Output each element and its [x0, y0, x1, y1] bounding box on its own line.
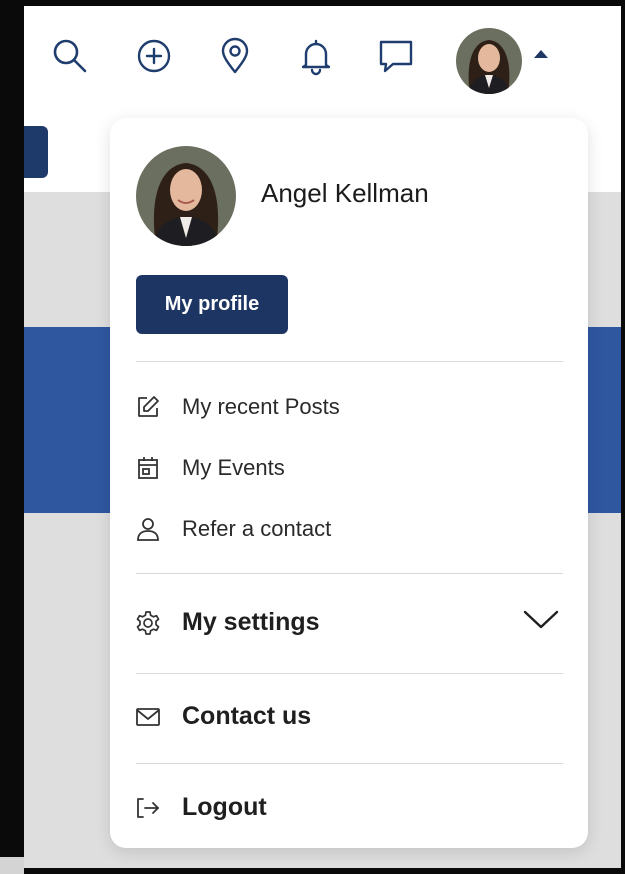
chevron-down-icon[interactable]: [522, 608, 560, 632]
menu-item-label: Contact us: [182, 702, 312, 730]
screen-frame-left: [0, 0, 24, 874]
screen-frame-corner: [0, 857, 24, 874]
menu-item-recent-posts[interactable]: My recent Posts: [134, 393, 340, 421]
envelope-icon: [134, 703, 162, 731]
menu-item-label: My Events: [182, 455, 285, 480]
partial-button[interactable]: [24, 126, 48, 178]
menu-item-label: Refer a contact: [182, 516, 332, 541]
menu-item-logout[interactable]: Logout: [134, 793, 267, 822]
divider: [136, 361, 563, 362]
caret-up-icon[interactable]: [534, 50, 548, 58]
user-avatar-button[interactable]: [456, 28, 522, 94]
user-name: Angel Kellman: [261, 178, 429, 208]
top-navigation-bar: [24, 6, 621, 118]
add-circle-icon[interactable]: [132, 34, 176, 78]
profile-dropdown-menu: Angel Kellman My profile My recent Posts: [110, 118, 588, 848]
screen-frame-bottom: [24, 868, 625, 874]
gear-icon: [134, 609, 162, 637]
menu-item-label: My settings: [182, 608, 320, 636]
search-icon[interactable]: [48, 34, 92, 78]
menu-item-contact-us[interactable]: Contact us: [134, 702, 311, 731]
location-pin-icon[interactable]: [213, 34, 257, 78]
edit-icon: [134, 393, 162, 421]
chat-icon[interactable]: [374, 34, 418, 78]
divider: [136, 763, 563, 764]
avatar-photo: [456, 28, 522, 94]
menu-item-events[interactable]: My Events: [134, 454, 285, 482]
my-profile-button[interactable]: My profile: [136, 275, 288, 334]
menu-item-label: My recent Posts: [182, 394, 340, 419]
person-icon: [134, 515, 162, 543]
logout-icon: [134, 794, 162, 822]
menu-item-refer-contact[interactable]: Refer a contact: [134, 515, 331, 543]
menu-item-settings[interactable]: My settings: [134, 608, 320, 637]
screen-frame-right: [621, 0, 625, 874]
menu-item-label: Logout: [182, 793, 267, 821]
divider: [136, 573, 563, 574]
calendar-icon: [134, 454, 162, 482]
divider: [136, 673, 563, 674]
app-viewport: Angel Kellman My profile My recent Posts: [24, 6, 621, 868]
avatar: [136, 146, 236, 246]
bell-icon[interactable]: [294, 34, 338, 78]
